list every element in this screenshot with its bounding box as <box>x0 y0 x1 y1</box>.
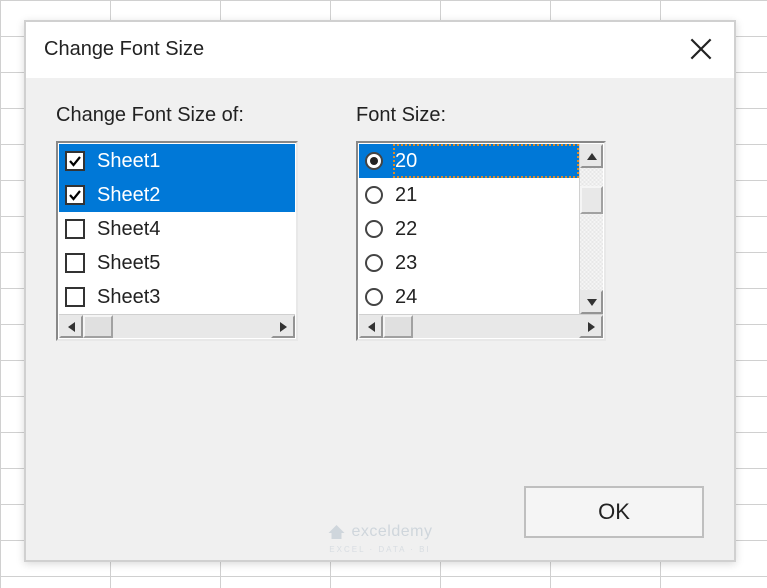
sheet-row-label: Sheet3 <box>97 286 160 309</box>
close-icon <box>690 38 712 60</box>
scroll-track[interactable] <box>383 315 579 338</box>
dialog-title: Change Font Size <box>44 38 204 61</box>
arrow-right-icon <box>588 322 595 332</box>
arrow-left-icon <box>68 322 75 332</box>
dialog-titlebar: Change Font Size <box>26 22 734 78</box>
sheets-column: Change Font Size of: Sheet1 <box>56 104 298 341</box>
checkmark-icon <box>68 154 82 168</box>
checkmark-icon <box>68 188 82 202</box>
scroll-thumb[interactable] <box>83 315 113 338</box>
font-size-label: Font Size: <box>356 104 606 127</box>
radio-dot-icon <box>370 157 378 165</box>
font-size-row-20[interactable]: 20 <box>359 144 579 178</box>
sheet-row-label: Sheet4 <box>97 218 160 241</box>
sheet-row-sheet1[interactable]: Sheet1 <box>59 144 295 178</box>
radio-24[interactable] <box>365 288 383 306</box>
scroll-thumb[interactable] <box>383 315 413 338</box>
watermark-text: exceldemy <box>352 523 433 541</box>
watermark-subtext: EXCEL · DATA · BI <box>329 545 430 554</box>
sheets-label: Change Font Size of: <box>56 104 298 127</box>
arrow-left-icon <box>368 322 375 332</box>
font-size-row-23[interactable]: 23 <box>359 246 579 280</box>
scroll-right-button[interactable] <box>271 315 295 338</box>
checkbox-sheet3[interactable] <box>65 287 85 307</box>
font-size-listbox[interactable]: 20 21 22 23 <box>356 141 606 341</box>
scroll-left-button[interactable] <box>59 315 83 338</box>
change-font-size-dialog: Change Font Size Change Font Size of: <box>24 20 736 562</box>
radio-23[interactable] <box>365 254 383 272</box>
sheets-hscrollbar[interactable] <box>59 314 295 338</box>
sheet-row-sheet2[interactable]: Sheet2 <box>59 178 295 212</box>
checkbox-sheet4[interactable] <box>65 219 85 239</box>
sheet-row-label: Sheet2 <box>97 184 160 207</box>
ok-button[interactable]: OK <box>524 486 704 538</box>
font-size-list-content: 20 21 22 23 <box>359 144 579 314</box>
font-size-row-label: 21 <box>395 184 417 207</box>
arrow-up-icon <box>587 153 597 160</box>
font-size-row-22[interactable]: 22 <box>359 212 579 246</box>
sheet-row-sheet4[interactable]: Sheet4 <box>59 212 295 246</box>
sheets-list-content: Sheet1 Sheet2 Sheet4 <box>59 144 295 314</box>
radio-22[interactable] <box>365 220 383 238</box>
sheets-listbox[interactable]: Sheet1 Sheet2 Sheet4 <box>56 141 298 341</box>
radio-20[interactable] <box>365 152 383 170</box>
sheet-row-sheet5[interactable]: Sheet5 <box>59 246 295 280</box>
sheet-row-sheet3[interactable]: Sheet3 <box>59 280 295 314</box>
radio-21[interactable] <box>365 186 383 204</box>
font-size-row-24[interactable]: 24 <box>359 280 579 314</box>
scroll-up-button[interactable] <box>580 144 603 168</box>
dialog-body: Change Font Size of: Sheet1 <box>26 78 734 560</box>
scroll-track[interactable] <box>580 168 603 290</box>
font-size-row-label: 24 <box>395 286 417 309</box>
sheet-row-label: Sheet1 <box>97 150 160 173</box>
checkbox-sheet2[interactable] <box>65 185 85 205</box>
scroll-track[interactable] <box>83 315 271 338</box>
arrow-right-icon <box>280 322 287 332</box>
close-button[interactable] <box>686 34 716 64</box>
ok-button-label: OK <box>598 499 630 525</box>
watermark-logo-icon <box>328 524 346 540</box>
font-size-column: Font Size: 20 21 <box>356 104 606 341</box>
arrow-down-icon <box>587 299 597 306</box>
checkbox-sheet1[interactable] <box>65 151 85 171</box>
checkbox-sheet5[interactable] <box>65 253 85 273</box>
sheet-row-label: Sheet5 <box>97 252 160 275</box>
watermark: exceldemy EXCEL · DATA · BI <box>328 523 433 554</box>
scroll-down-button[interactable] <box>580 290 603 314</box>
scroll-right-button[interactable] <box>579 315 603 338</box>
scroll-thumb[interactable] <box>580 186 603 214</box>
font-size-row-label: 22 <box>395 218 417 241</box>
font-size-vscrollbar[interactable] <box>579 144 603 314</box>
font-size-hscrollbar[interactable] <box>359 314 603 338</box>
font-size-row-label: 20 <box>395 150 417 173</box>
scroll-left-button[interactable] <box>359 315 383 338</box>
font-size-row-21[interactable]: 21 <box>359 178 579 212</box>
font-size-row-label: 23 <box>395 252 417 275</box>
